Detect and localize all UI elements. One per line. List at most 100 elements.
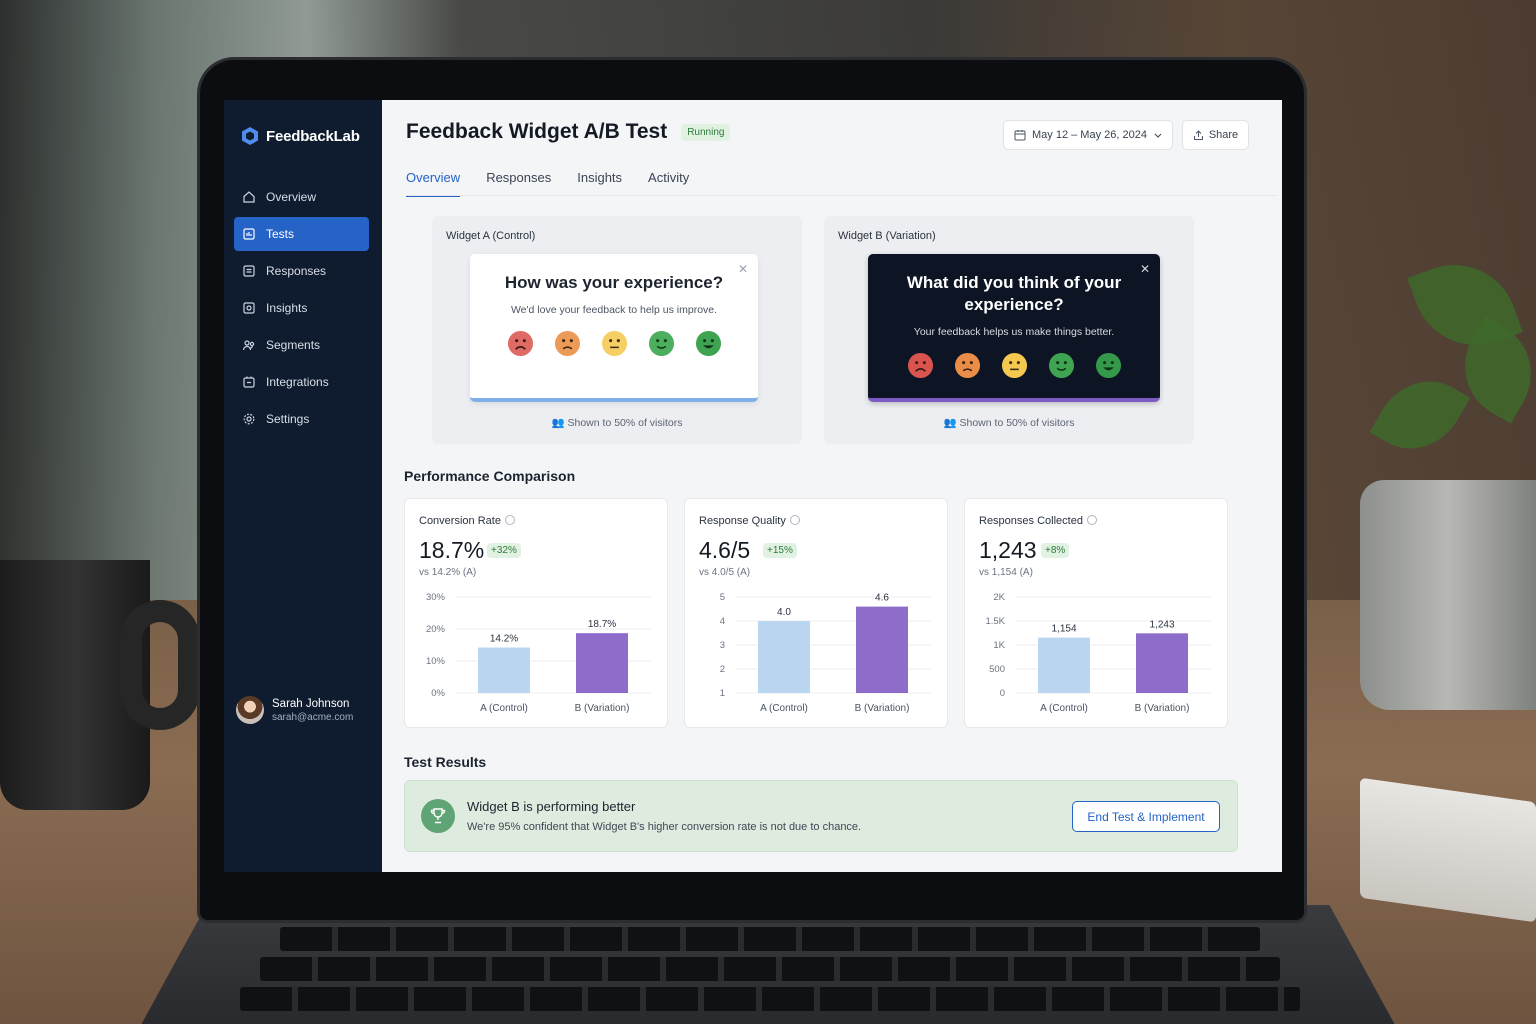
gear-icon — [243, 413, 255, 425]
unhappy-face-icon[interactable] — [954, 352, 981, 379]
test-result-banner: Widget B is performing better We're 95% … — [404, 780, 1238, 852]
page-title: Feedback Widget A/B Test — [406, 120, 668, 143]
neutral-face-icon[interactable] — [1001, 352, 1028, 379]
y-tick-label: 1 — [720, 688, 725, 699]
sidebar-item-settings[interactable]: Settings — [234, 402, 369, 436]
performance-heading: Performance Comparison — [404, 468, 576, 484]
metric-label-text: Responses Collected — [979, 515, 1083, 527]
sidebar-item-label: Responses — [266, 264, 327, 278]
date-range-label: May 12 – May 26, 2024 — [1032, 129, 1147, 141]
sidebar: FeedbackLab Overview Tests Responses Ins… — [224, 100, 382, 872]
brand[interactable]: FeedbackLab — [240, 126, 360, 146]
metric-comparison: vs 14.2% (A) — [419, 567, 477, 578]
sidebar-item-label: Segments — [266, 338, 321, 352]
metric-card-responses: Responses Collected 1,243 +8% vs 1,154 (… — [964, 498, 1228, 728]
share-icon — [1193, 129, 1203, 140]
metric-value: 4.6/5 — [699, 537, 751, 563]
x-tick-label: B (Variation) — [1135, 703, 1190, 714]
chevron-down-icon — [1154, 133, 1162, 138]
share-button[interactable]: Share — [1182, 120, 1249, 150]
users-icon: 👥 — [943, 417, 957, 429]
y-tick-label: 2 — [720, 664, 725, 675]
metric-card-quality: Response Quality 4.6/5 +15% vs 4.0/5 (A)… — [684, 498, 948, 728]
notebooks — [1360, 777, 1536, 923]
close-icon[interactable]: ✕ — [738, 262, 748, 276]
y-tick-label: 4 — [720, 616, 725, 627]
widget-b-preview[interactable]: ✕ What did you think of your experience?… — [868, 254, 1160, 402]
tab-activity[interactable]: Activity — [648, 170, 689, 197]
unhappy-face-icon[interactable] — [554, 330, 581, 357]
avatar — [236, 696, 264, 724]
y-tick-label: 500 — [989, 664, 1005, 675]
data-label: 1,154 — [1051, 624, 1076, 635]
y-tick-label: 2K — [993, 592, 1005, 603]
close-icon[interactable]: ✕ — [1140, 262, 1150, 276]
result-title: Widget B is performing better — [467, 799, 636, 814]
x-tick-label: B (Variation) — [575, 703, 630, 714]
laptop-keyboard — [130, 905, 1406, 1024]
status-badge: Running — [681, 123, 731, 141]
metric-label: Response Quality — [699, 515, 800, 527]
happy-face-icon[interactable] — [648, 330, 675, 357]
bar — [856, 606, 908, 693]
sidebar-item-segments[interactable]: Segments — [234, 328, 369, 362]
bar — [478, 647, 530, 693]
very-happy-face-icon[interactable] — [695, 330, 722, 357]
quality-bar-chart: 1 2 3 4 5 4.0 A (Control) 4.6 B (Variation) — [720, 592, 931, 714]
x-tick-label: A (Control) — [760, 703, 808, 714]
metric-comparison: vs 1,154 (A) — [979, 567, 1033, 578]
bar — [758, 621, 810, 693]
page-header: Feedback Widget A/B Test Running — [406, 120, 731, 144]
sidebar-item-responses[interactable]: Responses — [234, 254, 369, 288]
metric-label-text: Conversion Rate — [419, 515, 501, 527]
data-label: 18.7% — [588, 619, 616, 630]
y-tick-label: 1K — [993, 640, 1005, 651]
happy-face-icon[interactable] — [1048, 352, 1075, 379]
y-tick-label: 5 — [720, 592, 725, 603]
tab-responses[interactable]: Responses — [486, 170, 551, 197]
metric-value: 18.7% — [419, 537, 485, 563]
y-tick-label: 10% — [426, 656, 446, 667]
rating-faces — [470, 330, 758, 357]
very-happy-face-icon[interactable] — [1095, 352, 1122, 379]
rating-faces — [868, 352, 1160, 379]
metric-delta: +8% — [1041, 543, 1070, 558]
widget-b-question: What did you think of your experience? — [906, 273, 1122, 314]
tab-overview[interactable]: Overview — [406, 170, 461, 197]
x-tick-label: B (Variation) — [855, 703, 910, 714]
user-profile[interactable]: Sarah Johnson sarah@acme.com — [236, 696, 353, 724]
sidebar-item-tests[interactable]: Tests — [234, 217, 369, 251]
widget-a-preview[interactable]: ✕ How was your experience? We'd love you… — [470, 254, 758, 402]
data-label: 1,243 — [1149, 619, 1174, 630]
widget-a-label: Widget A (Control) — [446, 230, 536, 242]
plant-pot — [1360, 480, 1536, 710]
integrations-icon — [243, 376, 255, 388]
data-label: 4.0 — [777, 607, 791, 618]
bar — [1038, 637, 1090, 693]
date-range-picker[interactable]: May 12 – May 26, 2024 — [1003, 120, 1173, 150]
mug-handle — [120, 600, 200, 730]
sidebar-item-integrations[interactable]: Integrations — [234, 365, 369, 399]
end-test-button[interactable]: End Test & Implement — [1072, 801, 1220, 832]
data-label: 14.2% — [490, 634, 518, 645]
sidebar-nav: Overview Tests Responses Insights Segmen… — [234, 180, 369, 439]
tab-insights[interactable]: Insights — [577, 170, 622, 197]
sidebar-item-overview[interactable]: Overview — [234, 180, 369, 214]
very-unhappy-face-icon[interactable] — [907, 352, 934, 379]
y-tick-label: 0 — [1000, 688, 1005, 699]
info-icon[interactable] — [504, 515, 515, 525]
tab-bar: Overview Responses Insights Activity — [406, 170, 689, 197]
very-unhappy-face-icon[interactable] — [507, 330, 534, 357]
info-icon[interactable] — [1086, 515, 1097, 525]
sidebar-item-label: Overview — [266, 190, 317, 204]
sidebar-item-insights[interactable]: Insights — [234, 291, 369, 325]
sidebar-item-label: Tests — [266, 227, 295, 241]
info-icon[interactable] — [789, 515, 800, 525]
user-name: Sarah Johnson — [272, 697, 350, 710]
home-icon — [243, 191, 255, 203]
widget-a-audience: 👥 Shown to 50% of visitors — [432, 416, 802, 429]
metric-label-text: Response Quality — [699, 515, 786, 527]
y-tick-label: 0% — [431, 688, 445, 699]
neutral-face-icon[interactable] — [601, 330, 628, 357]
tests-icon — [243, 228, 255, 240]
